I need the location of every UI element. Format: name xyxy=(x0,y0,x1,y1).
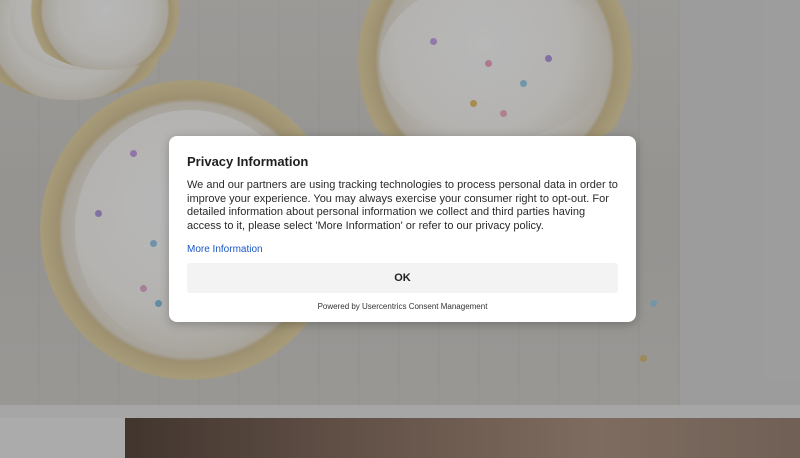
ok-button[interactable]: OK xyxy=(187,263,618,293)
powered-by-text: Powered by Usercentrics Consent Manageme… xyxy=(317,302,488,311)
more-information-link[interactable]: More Information xyxy=(187,244,263,255)
privacy-consent-dialog: Privacy Information We and our partners … xyxy=(169,136,636,322)
page: Privacy Information We and our partners … xyxy=(0,0,800,458)
dialog-title: Privacy Information xyxy=(187,154,309,169)
dialog-body-text: We and our partners are using tracking t… xyxy=(187,179,618,232)
